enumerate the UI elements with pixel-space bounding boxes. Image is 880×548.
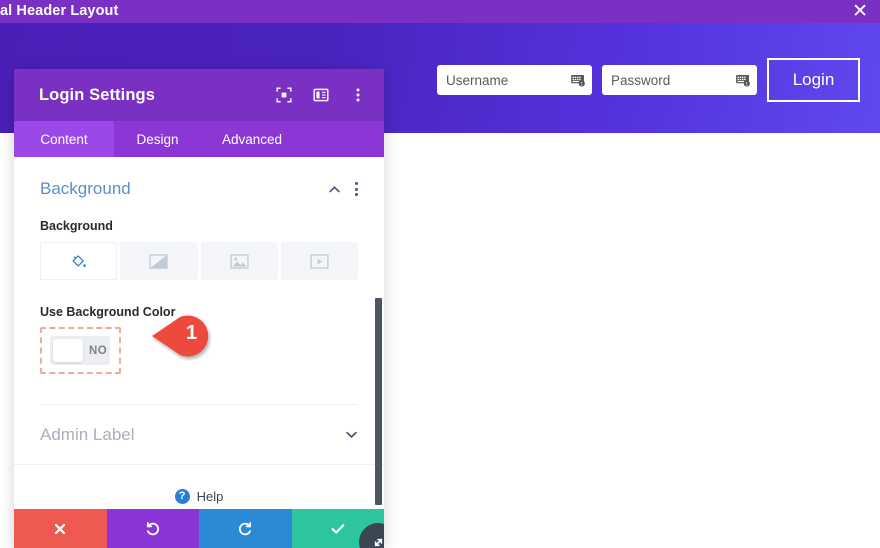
top-bar: al Header Layout ✕ — [0, 0, 880, 23]
login-settings-modal: Login Settings Content Design Advanced B… — [14, 69, 384, 548]
modal-header-actions — [276, 87, 366, 103]
background-color-tab[interactable] — [40, 242, 118, 280]
username-field[interactable]: Username 1 — [437, 65, 592, 95]
scrollbar-thumb[interactable] — [375, 298, 382, 505]
tab-design[interactable]: Design — [114, 121, 201, 157]
top-bar-title: al Header Layout — [0, 3, 119, 19]
toggle-value: NO — [89, 344, 108, 357]
use-background-color-highlight: NO — [40, 327, 121, 374]
background-image-tab[interactable] — [200, 242, 278, 280]
more-vertical-icon[interactable] — [350, 87, 366, 103]
section-more-icon[interactable] — [355, 182, 358, 196]
background-section: Background Background Use Background Col… — [14, 157, 384, 405]
background-type-tabs — [40, 242, 358, 280]
help-icon: ? — [174, 488, 190, 504]
username-placeholder: Username — [446, 72, 509, 88]
background-section-controls — [328, 182, 358, 196]
use-background-color-toggle[interactable]: NO — [50, 336, 110, 365]
app-root: al Header Layout ✕ Username 1 Password 1… — [0, 0, 880, 548]
expand-icon[interactable] — [276, 87, 292, 103]
close-icon[interactable]: ✕ — [852, 2, 868, 21]
login-button[interactable]: Login — [767, 58, 860, 102]
login-form: Username 1 Password 1 Login — [437, 58, 860, 102]
use-background-color-row: Use Background Color NO 1 — [40, 305, 358, 374]
cancel-button[interactable] — [14, 509, 107, 548]
help-row[interactable]: ? Help — [14, 465, 384, 509]
modal-content-scroll: Background Background Use Background Col… — [14, 157, 384, 509]
redo-button[interactable] — [199, 509, 292, 548]
chevron-down-icon[interactable] — [345, 428, 358, 441]
admin-label-title: Admin Label — [40, 424, 135, 444]
modal-title: Login Settings — [39, 85, 155, 104]
keyboard-icon: 1 — [571, 74, 586, 87]
svg-text:1: 1 — [746, 81, 749, 86]
background-section-title: Background — [40, 179, 131, 198]
callout-number: 1 — [186, 322, 198, 344]
background-gradient-tab[interactable] — [120, 242, 198, 280]
background-field-label: Background — [40, 219, 113, 233]
help-label: Help — [196, 488, 224, 504]
chevron-up-icon[interactable] — [328, 183, 341, 196]
modal-tabs: Content Design Advanced — [14, 121, 384, 157]
password-field[interactable]: Password 1 — [602, 65, 757, 95]
modal-header: Login Settings — [14, 69, 384, 121]
layout-icon[interactable] — [313, 87, 329, 103]
admin-label-section[interactable]: Admin Label — [14, 405, 384, 465]
tab-content[interactable]: Content — [14, 121, 114, 157]
callout-marker-1: 1 — [150, 311, 224, 361]
toggle-knob — [53, 339, 83, 362]
password-placeholder: Password — [611, 72, 671, 88]
scrollbar-track[interactable] — [374, 157, 382, 509]
keyboard-icon: 1 — [736, 74, 751, 87]
background-video-tab[interactable] — [280, 242, 358, 280]
undo-button[interactable] — [106, 509, 199, 548]
background-section-header: Background — [40, 173, 358, 205]
tab-advanced[interactable]: Advanced — [201, 121, 303, 157]
modal-footer — [14, 509, 384, 548]
svg-text:1: 1 — [581, 81, 584, 86]
